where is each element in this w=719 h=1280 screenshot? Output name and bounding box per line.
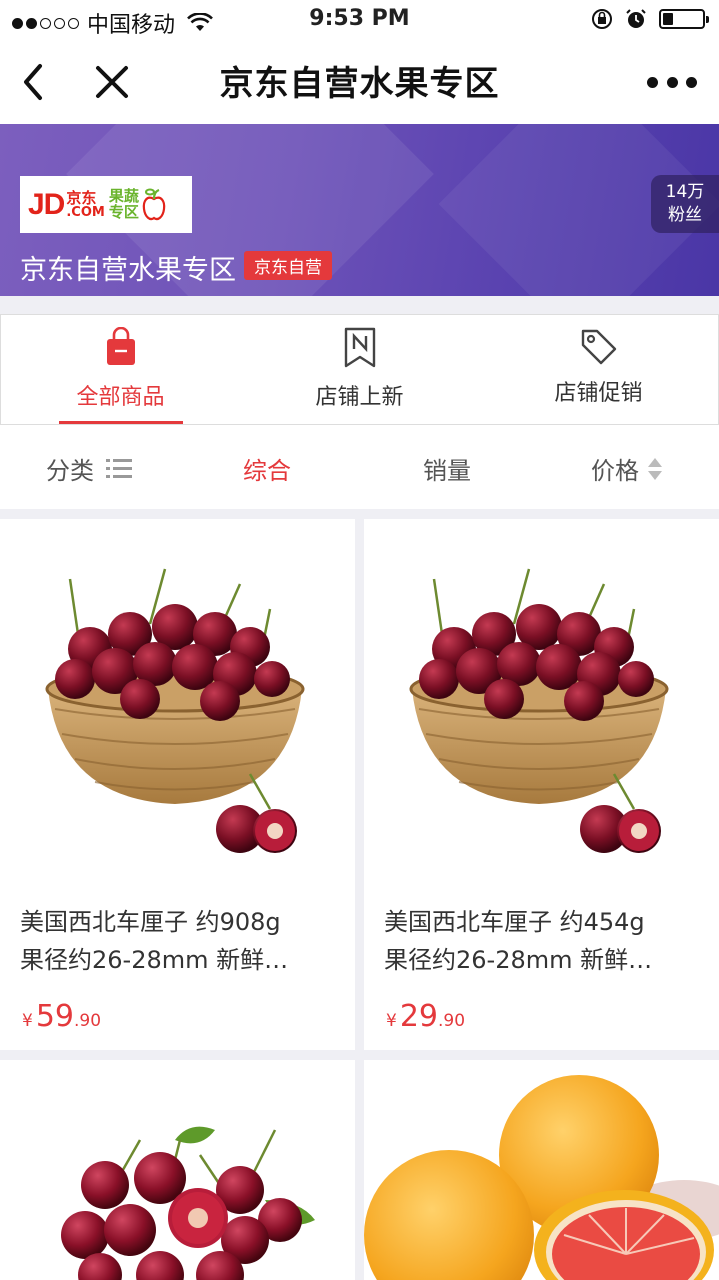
sort-overall[interactable]: 综合 (243, 451, 291, 486)
product-image (45, 568, 305, 853)
store-banner: JD 京东 .COM 果蔬 专区 京东自营水果专区 京东自营 14万 粉丝 (0, 124, 719, 296)
logo-com-text: .COM (66, 204, 105, 220)
product-image (61, 1126, 315, 1280)
product-image (364, 1075, 719, 1280)
more-options-icon[interactable] (647, 70, 697, 94)
price-currency: ¥ (386, 1011, 397, 1031)
product-title: 美国西北车厘子 约454g 果径约26-28mm 新鲜… (384, 903, 704, 979)
product-title: 美国西北车厘子 约908g 果径约26-28mm 新鲜… (20, 903, 340, 979)
logo-jd-text: JD (28, 187, 65, 221)
price-decimal: .90 (74, 1011, 102, 1031)
product-card[interactable] (364, 1060, 719, 1280)
tab-all-products[interactable]: 全部商品 (1, 315, 240, 424)
nav-bar: 京东自营水果专区 (0, 40, 719, 124)
product-price: ¥ 59 .90 (22, 999, 101, 1034)
battery-icon (659, 9, 709, 29)
product-card[interactable]: 美国西北车厘子 约454g 果径约26-28mm 新鲜… ¥ 29 .90 (364, 519, 719, 1050)
list-icon (106, 458, 132, 478)
sort-arrows-icon (648, 457, 662, 480)
new-bookmark-icon (344, 327, 375, 368)
store-name: 京东自营水果专区 (20, 255, 236, 286)
sort-category-label: 分类 (46, 457, 94, 485)
logo-cn-text: 京东 (66, 188, 97, 207)
status-bar: 中国移动 9:53 PM (0, 0, 719, 40)
sort-category[interactable]: 分类 (46, 451, 134, 486)
product-title-line1: 美国西北车厘子 约908g (20, 908, 281, 936)
shopping-bag-icon (106, 327, 135, 365)
product-card[interactable]: 美国西北车厘子 约908g 果径约26-28mm 新鲜… ¥ 59 .90 (0, 519, 355, 1050)
product-title-line2: 果径约26-28mm 新鲜… (384, 946, 653, 974)
price-tag-icon (581, 329, 616, 365)
price-currency: ¥ (22, 1011, 33, 1031)
sort-price-label: 价格 (591, 457, 639, 485)
orientation-lock-icon (592, 9, 612, 29)
price-integer: 29 (399, 999, 439, 1034)
logo-sub2: 专区 (108, 202, 139, 221)
alarm-icon (626, 9, 646, 28)
price-decimal: .90 (438, 1011, 466, 1031)
tab-new-arrivals[interactable]: 店铺上新 (240, 315, 479, 424)
active-tab-indicator (58, 421, 183, 424)
sort-sales[interactable]: 销量 (423, 451, 471, 486)
product-title-line2: 果径约26-28mm 新鲜… (20, 946, 289, 974)
product-price: ¥ 29 .90 (386, 999, 465, 1034)
self-operated-badge: 京东自营 (244, 251, 332, 280)
fans-number: 14万 (665, 182, 705, 202)
sort-price[interactable]: 价格 (591, 451, 663, 486)
tab-label: 店铺促销 (554, 381, 643, 406)
price-integer: 59 (35, 999, 75, 1034)
store-tabs: 全部商品 店铺上新 店铺促销 (0, 314, 719, 425)
sort-bar: 分类 综合 销量 价格 (0, 425, 719, 509)
tab-promotions[interactable]: 店铺促销 (479, 315, 718, 424)
fans-label: 粉丝 (668, 205, 702, 225)
page-title: 京东自营水果专区 (219, 64, 500, 104)
product-image (409, 568, 669, 853)
fans-count[interactable]: 14万 粉丝 (651, 175, 719, 233)
product-card[interactable] (0, 1060, 355, 1280)
apple-logo-icon (142, 188, 166, 220)
tab-label: 店铺上新 (315, 385, 404, 410)
tab-label: 全部商品 (76, 385, 165, 410)
product-title-line1: 美国西北车厘子 约454g (384, 908, 645, 936)
status-right (591, 8, 709, 30)
store-logo[interactable]: JD 京东 .COM 果蔬 专区 (20, 176, 192, 233)
